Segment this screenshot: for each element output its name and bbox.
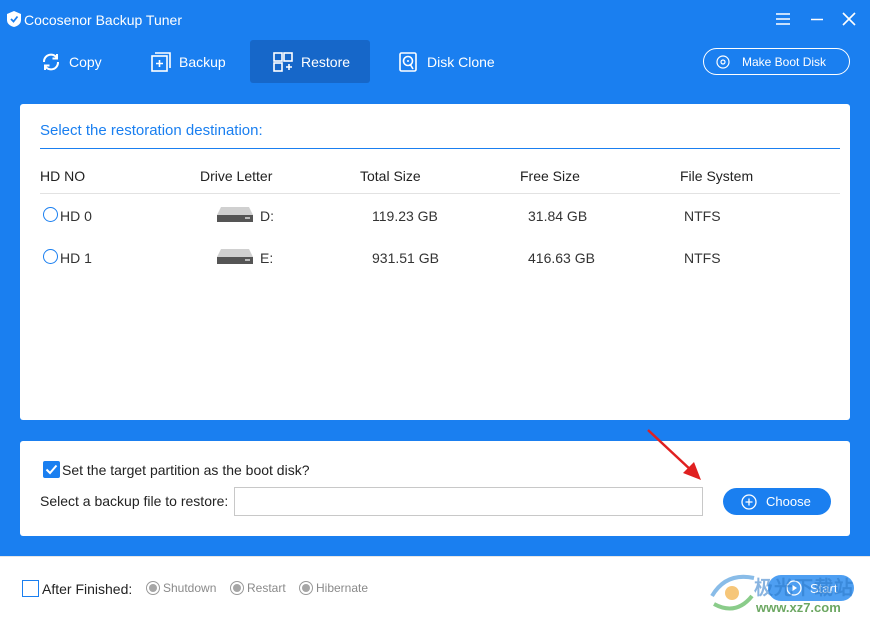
file-system-cell: NTFS	[684, 208, 721, 224]
boot-disk-checkbox-label: Set the target partition as the boot dis…	[62, 462, 310, 478]
total-size-cell: 119.23 GB	[372, 208, 438, 224]
choose-button-label: Choose	[766, 494, 811, 509]
tab-copy-label: Copy	[69, 53, 102, 70]
column-header-file-system: File System	[680, 168, 754, 184]
row-radio[interactable]	[43, 249, 58, 264]
restore-icon	[273, 51, 293, 72]
app-logo-icon	[7, 11, 21, 27]
hard-drive-icon	[217, 207, 253, 222]
hibernate-label: Hibernate	[316, 581, 369, 595]
tab-restore-label: Restore	[301, 53, 351, 70]
tab-backup-label: Backup	[179, 53, 226, 70]
hard-drive-icon	[217, 249, 253, 264]
plus-circle-icon	[741, 493, 757, 510]
tab-restore[interactable]: Restore	[250, 40, 370, 83]
watermark-url: www.xz7.com	[756, 600, 841, 615]
make-boot-disk-button[interactable]: Make Boot Disk	[703, 48, 850, 75]
hibernate-radio[interactable]	[299, 581, 313, 595]
watermark-text: 极光下载站	[754, 578, 855, 599]
after-finished-checkbox[interactable]	[22, 580, 39, 597]
backup-icon	[151, 51, 171, 72]
shutdown-label: Shutdown	[163, 581, 217, 595]
close-icon[interactable]	[840, 10, 858, 28]
choose-button[interactable]: Choose	[723, 488, 831, 515]
total-size-cell: 931.51 GB	[372, 250, 439, 266]
file-system-cell: NTFS	[684, 250, 721, 266]
minimize-icon[interactable]	[808, 10, 826, 28]
free-size-cell: 416.63 GB	[528, 250, 595, 266]
panel-title: Select the restoration destination:	[40, 122, 263, 139]
menu-icon[interactable]	[774, 10, 792, 28]
title-bar: Cocosenor Backup Tuner	[0, 0, 870, 38]
shutdown-radio[interactable]	[146, 581, 160, 595]
column-header-total-size: Total Size	[360, 168, 421, 184]
restart-radio[interactable]	[230, 581, 244, 595]
backup-file-label: Select a backup file to restore:	[40, 493, 229, 509]
disk-clone-icon	[399, 51, 417, 72]
column-header-free-size: Free Size	[520, 168, 580, 184]
destination-panel: Select the restoration destination: HD N…	[20, 104, 850, 420]
annotation-arrow-icon	[647, 429, 701, 480]
app-title: Cocosenor Backup Tuner	[24, 12, 182, 28]
hd-no-cell: HD 1	[60, 250, 92, 266]
tab-disk-clone-label: Disk Clone	[427, 53, 495, 70]
checkmark-icon	[45, 464, 58, 475]
hd-no-cell: HD 0	[60, 208, 92, 224]
tab-backup[interactable]: Backup	[150, 40, 226, 83]
table-header-divider	[40, 193, 840, 194]
free-size-cell: 31.84 GB	[528, 208, 588, 224]
drive-letter-cell: E:	[260, 250, 274, 266]
restore-options-panel: Set the target partition as the boot dis…	[20, 441, 850, 536]
column-header-hd-no: HD NO	[40, 168, 86, 184]
drive-letter-cell: D:	[260, 208, 274, 224]
make-boot-disk-label: Make Boot Disk	[742, 54, 827, 69]
restart-label: Restart	[247, 581, 286, 595]
after-finished-label: After Finished:	[42, 581, 133, 597]
tab-disk-clone[interactable]: Disk Clone	[398, 40, 495, 83]
row-radio[interactable]	[43, 207, 58, 222]
disc-icon	[716, 54, 730, 69]
copy-icon	[43, 53, 59, 70]
column-header-drive-letter: Drive Letter	[200, 168, 273, 184]
footer-divider	[0, 556, 870, 557]
tab-copy[interactable]: Copy	[40, 40, 102, 83]
panel-title-divider	[40, 148, 840, 149]
backup-file-input[interactable]	[234, 487, 703, 516]
boot-disk-checkbox[interactable]	[43, 461, 60, 478]
app-window: Cocosenor Backup Tuner Copy Backup Resto…	[0, 0, 870, 623]
